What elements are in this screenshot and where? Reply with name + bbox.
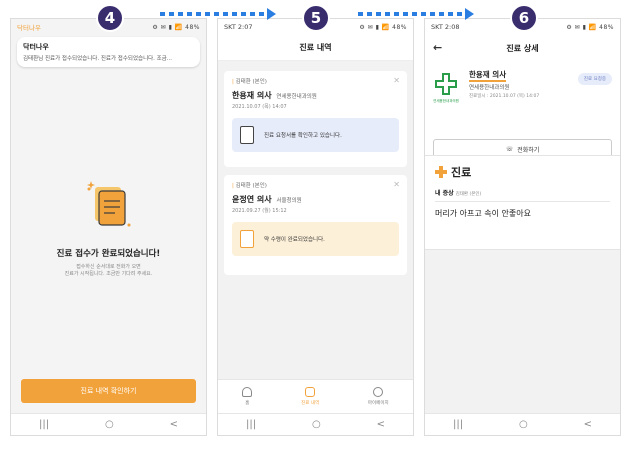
status-info-text: 약 수령이 완료되었습니다. <box>264 237 325 243</box>
screen-body: 닥터나우 ⚙ ✉ ▮ 📶 48% 닥터나우 김태환님 진료가 접수되었습니다. … <box>11 19 206 413</box>
document-complete-icon <box>87 181 131 227</box>
medicine-box-icon <box>240 230 254 248</box>
page-title: 진료 상세 <box>506 43 539 53</box>
step-badge-6: 6 <box>510 4 538 32</box>
recent-apps-button[interactable]: ||| <box>246 419 256 430</box>
status-app: 닥터나우 <box>17 24 41 32</box>
treatment-date: 진료일시 : 2021.10.07 (목) 14:07 <box>469 94 540 99</box>
card-patient: | 김태환 (본인) <box>232 79 267 85</box>
phone-screen-5: SKT 2:07 ⚙ ✉ ▮ 📶 48% 진료 내역 ✕ | 김태환 (본인) … <box>217 18 414 436</box>
user-icon <box>373 387 384 397</box>
card-doctor: 윤정연 의사 서울청의원 <box>232 195 302 204</box>
status-info-box: 약 수령이 완료되었습니다. <box>232 222 399 256</box>
status-badge: 진료 요청중 <box>577 73 612 85</box>
symptom-text: 머리가 아프고 속이 안좋아요 <box>435 209 531 218</box>
document-icon <box>240 126 254 144</box>
doctor-name: 한용재 의사 <box>469 69 507 82</box>
back-button[interactable]: < <box>584 419 592 430</box>
back-button[interactable]: < <box>377 419 385 430</box>
android-nav-bar: ||| ○ < <box>218 413 413 435</box>
tab-mypage[interactable]: 마이페이지 <box>368 387 389 406</box>
logo-caption: 연세용한내과의원 <box>433 99 459 103</box>
notification-title: 닥터나우 <box>23 43 49 51</box>
tab-home[interactable]: 홈 <box>242 387 253 406</box>
tab-history[interactable]: 진료 내역 <box>301 387 319 406</box>
card-doctor: 한용재 의사 연세용한내과의원 <box>232 91 317 100</box>
status-info-text: 진료 요청서를 확인하고 있습니다. <box>264 133 342 139</box>
card-patient: | 김태환 (본인) <box>232 183 267 189</box>
notification-message: 김태환님 진료가 접수되었습니다. 진료가 접수되었습니다. 조금... <box>23 56 173 62</box>
completion-subtext-1: 접수하신 순서대로 전화가 오면 <box>76 264 141 270</box>
tab-mypage-label: 마이페이지 <box>367 401 389 406</box>
tab-history-label: 진료 내역 <box>301 401 320 406</box>
phone-screen-6: SKT 2:08 ⚙ ✉ ▮ 📶 48% ← 진료 상세 연세용한내과의원 한용… <box>424 18 621 436</box>
status-icons: ⚙ ✉ ▮ 📶 48% <box>566 23 614 31</box>
home-button[interactable]: ○ <box>312 419 321 430</box>
hospital-name: 연세용한내과의원 <box>469 85 510 91</box>
screen-body: SKT 2:08 ⚙ ✉ ▮ 📶 48% ← 진료 상세 연세용한내과의원 한용… <box>425 19 620 413</box>
status-icons: ⚙ ✉ ▮ 📶 48% <box>359 23 407 31</box>
view-history-button[interactable]: 진료 내역 확인하기 <box>21 379 196 403</box>
treatment-title: 진료 <box>435 164 610 180</box>
page-header: ← 진료 상세 <box>425 35 620 61</box>
home-button[interactable]: ○ <box>519 419 528 430</box>
close-icon[interactable]: ✕ <box>393 180 400 189</box>
medical-cross-icon <box>435 166 447 178</box>
status-carrier-time: SKT 2:08 <box>431 23 460 31</box>
completion-title: 진료 접수가 완료되었습니다! <box>56 249 161 259</box>
recent-apps-button[interactable]: ||| <box>453 419 463 430</box>
phone-screen-4: 닥터나우 ⚙ ✉ ▮ 📶 48% 닥터나우 김태환님 진료가 접수되었습니다. … <box>10 18 207 436</box>
home-button[interactable]: ○ <box>105 419 114 430</box>
status-carrier-time: SKT 2:07 <box>224 23 253 31</box>
push-notification[interactable]: 닥터나우 김태환님 진료가 접수되었습니다. 진료가 접수되었습니다. 조금..… <box>17 37 200 67</box>
home-icon <box>242 387 253 397</box>
phone-icon: ☏ <box>505 145 514 153</box>
doctor-detail: 연세용한내과의원 한용재 의사 연세용한내과의원 진료일시 : 2021.10.… <box>425 61 620 159</box>
flow-arrow-4-5 <box>160 8 276 20</box>
status-icons: ⚙ ✉ ▮ 📶 48% <box>152 23 200 31</box>
step-badge-4: 4 <box>96 4 124 32</box>
symptom-label: 내 증상 김태환 (본인) <box>435 190 482 197</box>
history-icon <box>305 387 316 397</box>
completion-subtext-2: 진료가 시작됩니다. 조금만 기다려 주세요. <box>64 271 153 277</box>
android-nav-bar: ||| ○ < <box>425 413 620 435</box>
hospital-logo-icon <box>435 73 457 95</box>
treatment-title-text: 진료 <box>451 166 472 179</box>
back-button[interactable]: < <box>170 419 178 430</box>
recent-apps-button[interactable]: ||| <box>39 419 49 430</box>
divider <box>435 201 610 202</box>
step-badge-5: 5 <box>302 4 330 32</box>
treatment-section: 진료 내 증상 김태환 (본인) 머리가 아프고 속이 안좋아요 <box>425 155 620 250</box>
card-date: 2021.10.07 (목) 14:07 <box>232 104 287 110</box>
card-date: 2021.09.27 (월) 15:12 <box>232 208 287 214</box>
page-title: 진료 내역 <box>218 35 413 61</box>
history-card[interactable]: ✕ | 김태환 (본인) 윤정연 의사 서울청의원 2021.09.27 (월)… <box>224 175 407 275</box>
tab-home-label: 홈 <box>245 401 250 406</box>
bottom-tab-bar: 홈 진료 내역 마이페이지 <box>218 379 413 413</box>
screen-body: SKT 2:07 ⚙ ✉ ▮ 📶 48% 진료 내역 ✕ | 김태환 (본인) … <box>218 19 413 413</box>
android-nav-bar: ||| ○ < <box>11 413 206 435</box>
status-info-box: 진료 요청서를 확인하고 있습니다. <box>232 118 399 152</box>
flow-arrow-5-6 <box>358 8 474 20</box>
history-card[interactable]: ✕ | 김태환 (본인) 한용재 의사 연세용한내과의원 2021.10.07 … <box>224 71 407 167</box>
call-button-label: 전화하기 <box>517 146 540 154</box>
close-icon[interactable]: ✕ <box>393 76 400 85</box>
back-arrow-icon[interactable]: ← <box>433 41 442 54</box>
